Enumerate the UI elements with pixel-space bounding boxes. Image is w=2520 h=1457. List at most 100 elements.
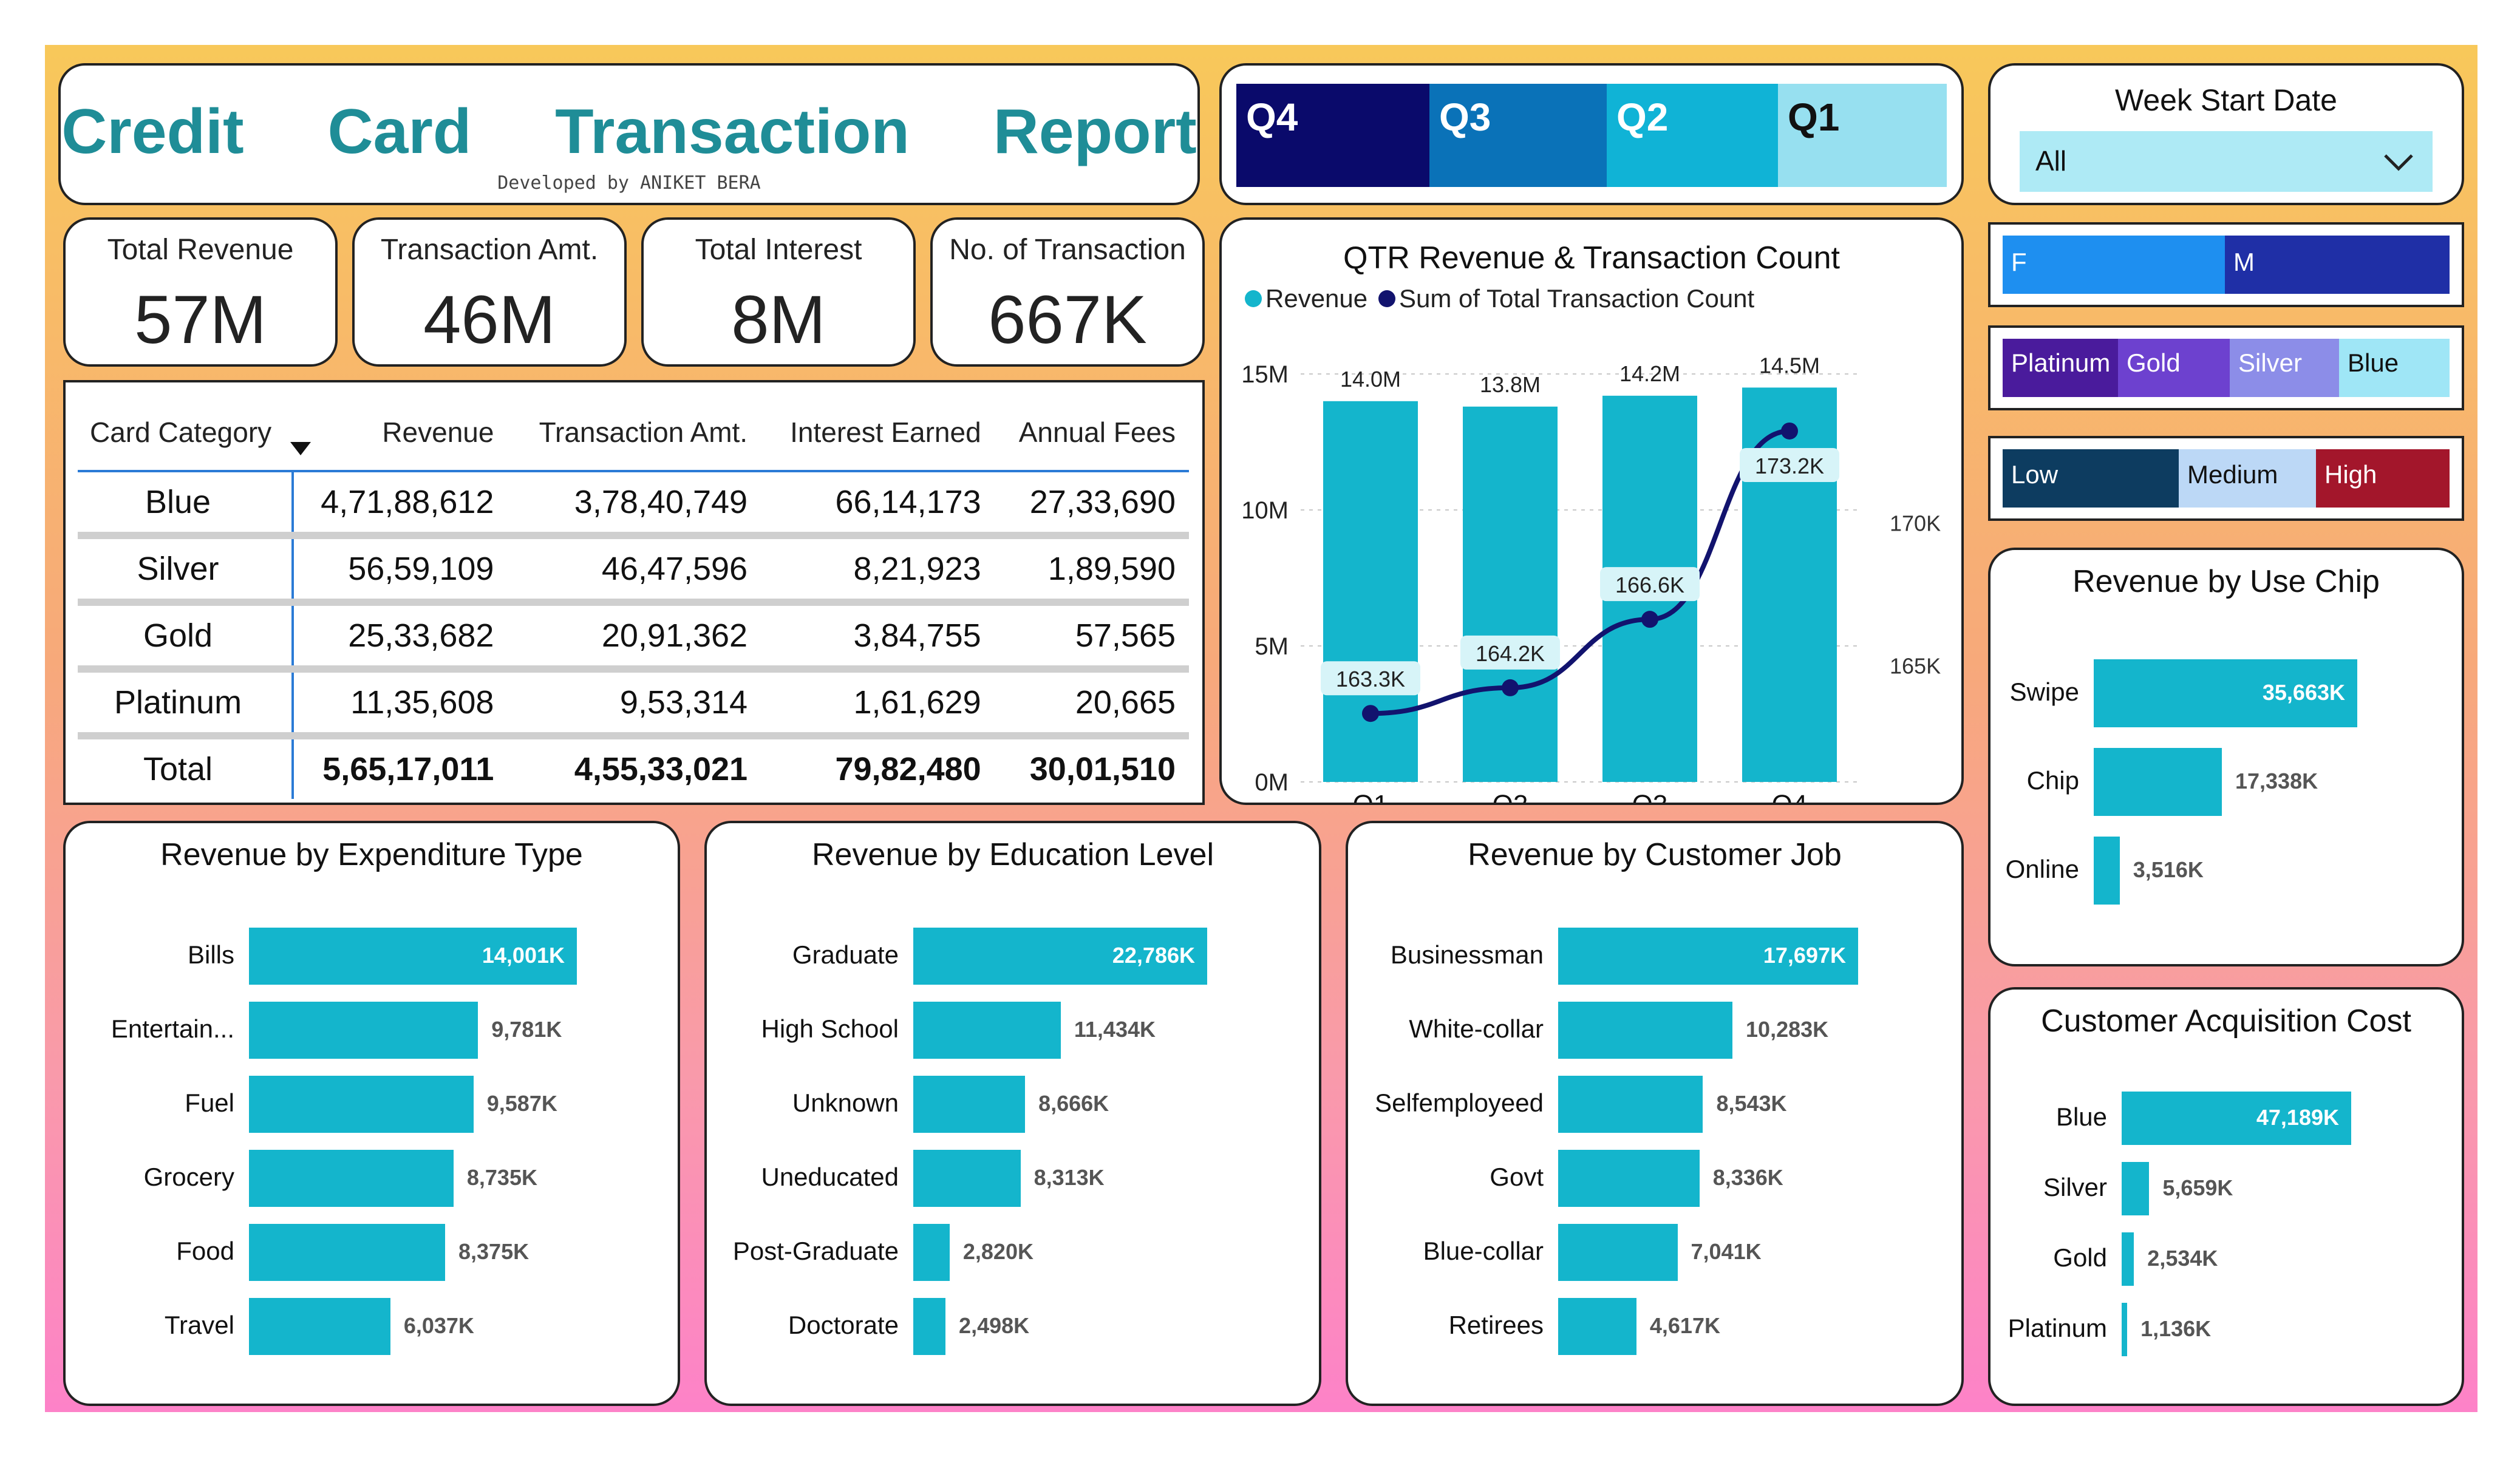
- bar[interactable]: [249, 1002, 478, 1059]
- bar-value-label: 13.8M: [1480, 372, 1541, 397]
- income-option-label: Low: [2011, 460, 2059, 489]
- bar[interactable]: [1558, 1002, 1733, 1059]
- bar[interactable]: [2122, 1303, 2128, 1356]
- bar[interactable]: [913, 1298, 946, 1355]
- sort-descending-icon[interactable]: [290, 442, 311, 457]
- job-bars: Businessman 17,697K White-collar 10,283K Sel…: [1348, 823, 1961, 1404]
- quarter-tile-q2[interactable]: Q2: [1607, 84, 1778, 187]
- bar-value-label: 11,434K: [1074, 1017, 1156, 1042]
- bar-value-label: 8,666K: [1038, 1091, 1109, 1116]
- bar-category-label: High School: [761, 1014, 899, 1043]
- bar-category-label: Fuel: [185, 1089, 234, 1117]
- table-cell: 3,78,40,749: [507, 471, 761, 539]
- bar-category-label: Govt: [1490, 1163, 1544, 1191]
- table-cell: 11,35,608: [293, 669, 508, 739]
- table-row[interactable]: Silver 56,59,109 46,47,596 8,21,923 1,89…: [78, 535, 1189, 606]
- category-table: Card Category Revenue Transaction Amt. I…: [78, 395, 1189, 799]
- gender-option-m[interactable]: M: [2225, 236, 2450, 294]
- bar-value-label: 3,516K: [2133, 857, 2204, 882]
- bar-value-label: 2,820K: [962, 1239, 1034, 1264]
- bar[interactable]: [2122, 1162, 2150, 1215]
- bar-value-label: 2,498K: [959, 1313, 1030, 1338]
- bar[interactable]: [913, 1150, 1021, 1207]
- legend-label-revenue: Revenue: [1265, 284, 1367, 313]
- column-header-label: Annual Fees: [1018, 416, 1176, 448]
- kpi-label: Total Interest: [695, 234, 862, 266]
- bar-value-label: 4,617K: [1649, 1313, 1720, 1338]
- bar-value-label: 10,283K: [1746, 1017, 1829, 1042]
- column-header[interactable]: Annual Fees: [994, 395, 1189, 472]
- bar-category-label: Retirees: [1448, 1311, 1544, 1339]
- use-chip-bars: Swipe 35,663K Chip 17,338K Online 3,516K: [1990, 550, 2462, 964]
- quarter-tile-q4[interactable]: Q4: [1236, 84, 1429, 187]
- bar-value-label: 8,543K: [1716, 1091, 1787, 1116]
- income-option-medium[interactable]: Medium: [2179, 449, 2316, 508]
- kpi-label: Total Revenue: [107, 234, 294, 266]
- bar-category-label: Gold: [2053, 1243, 2107, 1272]
- bar[interactable]: [249, 1150, 454, 1207]
- table-cell: Platinum: [78, 669, 294, 739]
- bar-category-label: Businessman: [1390, 940, 1544, 969]
- bar-value-label: 14.5M: [1759, 353, 1820, 378]
- week-filter-dropdown[interactable]: All: [2020, 131, 2433, 192]
- expenditure-bars: Bills 14,001K Entertain... 9,781K Fuel 9,587K…: [66, 823, 678, 1404]
- bar[interactable]: [1558, 1150, 1700, 1207]
- quarter-tile-q3[interactable]: Q3: [1429, 84, 1607, 187]
- card-option-blue[interactable]: Blue: [2339, 339, 2450, 397]
- card-option-gold[interactable]: Gold: [2118, 339, 2230, 397]
- bar[interactable]: [1558, 1076, 1703, 1133]
- table-row[interactable]: Blue 4,71,88,612 3,78,40,749 66,14,173 2…: [78, 471, 1189, 539]
- bar[interactable]: [2094, 837, 2120, 905]
- gender-option-label: F: [2011, 248, 2027, 276]
- job-card: Revenue by Customer Job Businessman 17,69…: [1346, 821, 1964, 1406]
- bar[interactable]: [2122, 1232, 2134, 1286]
- x-tick-label: Q1: [1353, 790, 1389, 803]
- bar[interactable]: [249, 1298, 390, 1355]
- bar-value-label: 14,001K: [482, 943, 565, 968]
- bar[interactable]: [249, 1224, 445, 1281]
- table-cell: 20,665: [994, 669, 1189, 739]
- card-option-silver[interactable]: Silver: [2230, 339, 2339, 397]
- quarter-slicer: Q4 Q3 Q2 Q1: [1219, 63, 1964, 205]
- bar-category-label: White-collar: [1409, 1014, 1544, 1043]
- income-option-high[interactable]: High: [2316, 449, 2450, 508]
- week-filter-title: Week Start Date: [2115, 83, 2337, 117]
- column-header[interactable]: Interest Earned: [761, 395, 995, 472]
- income-option-label: High: [2324, 460, 2377, 489]
- kpi-total-interest: Total Interest 8M: [641, 217, 916, 367]
- bar[interactable]: [1558, 1298, 1636, 1355]
- title-card: Credit Card Transaction Report Developed…: [58, 63, 1200, 205]
- table-cell: 46,47,596: [507, 535, 761, 606]
- table-row[interactable]: Gold 25,33,682 20,91,362 3,84,755 57,565: [78, 602, 1189, 673]
- kpi-value: 8M: [731, 282, 826, 358]
- bar[interactable]: [913, 1076, 1026, 1133]
- bar-category-label: Selfemployeed: [1375, 1089, 1544, 1117]
- income-option-low[interactable]: Low: [2003, 449, 2179, 508]
- bar-category-label: Swipe: [2009, 678, 2079, 706]
- gender-option-f[interactable]: F: [2003, 236, 2225, 294]
- table-cell: 57,565: [994, 602, 1189, 673]
- legend-marker-revenue: [1245, 290, 1262, 307]
- bar[interactable]: [2094, 748, 2222, 816]
- column-header[interactable]: Card Category: [78, 395, 293, 472]
- bar[interactable]: [249, 1076, 474, 1133]
- kpi-label: No. of Transaction: [949, 234, 1186, 266]
- card-option-platinum[interactable]: Platinum: [2003, 339, 2118, 397]
- y2-tick-label: 170K: [1890, 511, 1941, 535]
- bar-category-label: Entertain...: [111, 1014, 234, 1043]
- column-header[interactable]: Revenue: [293, 395, 508, 472]
- column-header[interactable]: Transaction Amt.: [507, 395, 761, 472]
- table-cell: 27,33,690: [994, 471, 1189, 539]
- table-cell: 4,71,88,612: [293, 471, 508, 539]
- kpi-value: 46M: [423, 282, 556, 358]
- kpi-total-revenue: Total Revenue 57M: [63, 217, 338, 367]
- bar[interactable]: [913, 1224, 950, 1281]
- bar[interactable]: [913, 1002, 1061, 1059]
- bar-value-label: 9,587K: [486, 1091, 557, 1116]
- y-tick-label: 0M: [1255, 769, 1289, 796]
- bar[interactable]: [1558, 1224, 1678, 1281]
- legend-label-count: Sum of Total Transaction Count: [1399, 284, 1755, 313]
- table-cell: 79,82,480: [835, 751, 981, 787]
- quarter-tile-q1[interactable]: Q1: [1778, 84, 1947, 187]
- table-row[interactable]: Platinum 11,35,608 9,53,314 1,61,629 20,…: [78, 669, 1189, 739]
